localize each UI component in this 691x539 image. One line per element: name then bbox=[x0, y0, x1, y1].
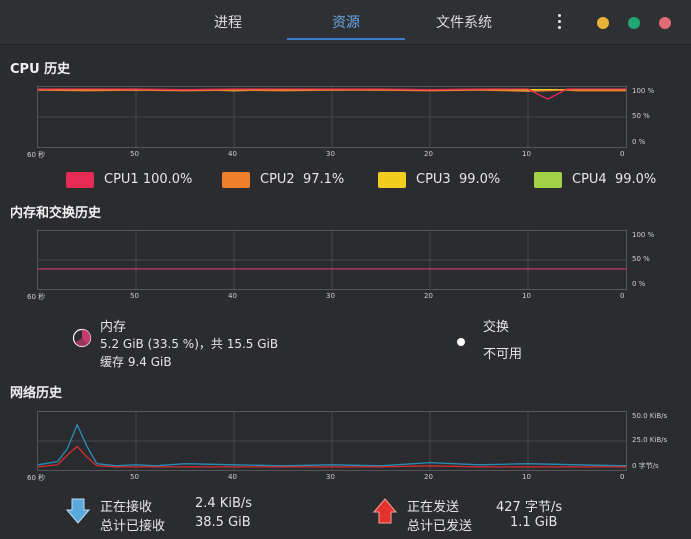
active-tab-indicator bbox=[287, 38, 405, 40]
cpu3-color-swatch[interactable] bbox=[378, 172, 406, 188]
memory-label: 内存 bbox=[100, 320, 127, 335]
net-x-tick-label: 30 bbox=[326, 473, 335, 481]
receiving-label: 正在接收 bbox=[100, 500, 153, 515]
cpu-x-tick-label: 50 bbox=[130, 150, 139, 158]
cpu-x-tick-label: 10 bbox=[522, 150, 531, 158]
mem-x-tick-label: 30 bbox=[326, 292, 335, 300]
cpu-x-tick-label: 30 bbox=[326, 150, 335, 158]
receiving-value: 2.4 KiB/s bbox=[195, 496, 253, 511]
tab-processes[interactable]: 进程 bbox=[200, 0, 256, 42]
network-history-graph bbox=[37, 411, 627, 471]
cpu-section-title: CPU 历史 bbox=[10, 62, 71, 77]
memory-section-title: 内存和交换历史 bbox=[10, 206, 102, 221]
net-y-tick-label: 25.0 KiB/s bbox=[632, 436, 668, 444]
cpu2-label: CPU2 97.1% bbox=[260, 172, 345, 187]
network-section-title: 网络历史 bbox=[10, 386, 63, 401]
cpu-x-tick-label: 40 bbox=[228, 150, 237, 158]
close-button[interactable] bbox=[659, 17, 671, 29]
cpu2-color-swatch[interactable] bbox=[222, 172, 250, 188]
download-arrow-icon[interactable] bbox=[65, 497, 91, 525]
mem-x-tick-label: 10 bbox=[522, 292, 531, 300]
cpu1-label: CPU1 100.0% bbox=[104, 172, 193, 187]
net-y-tick-label: 0 字节/s bbox=[632, 462, 659, 470]
net-x-tick-label: 0 bbox=[620, 473, 625, 481]
cpu4-label: CPU4 99.0% bbox=[572, 172, 657, 187]
cpu-history-graph bbox=[37, 86, 627, 148]
cpu-x-tick-label: 60 秒 bbox=[27, 151, 46, 159]
cpu-y-tick-label: 50 % bbox=[632, 112, 650, 120]
mem-x-tick-label: 50 bbox=[130, 292, 139, 300]
minimize-button[interactable] bbox=[597, 17, 609, 29]
tab-filesystems[interactable]: 文件系统 bbox=[426, 0, 502, 42]
cpu-x-tick-label: 0 bbox=[620, 150, 625, 158]
total-received-label: 总计已接收 bbox=[100, 519, 166, 534]
cpu3-label: CPU3 99.0% bbox=[416, 172, 501, 187]
swap-pie-icon[interactable] bbox=[457, 338, 465, 346]
swap-label: 交换 bbox=[483, 320, 510, 335]
mem-x-tick-label: 40 bbox=[228, 292, 237, 300]
cpu-y-tick-label: 100 % bbox=[632, 87, 655, 95]
net-x-tick-label: 50 bbox=[130, 473, 139, 481]
mem-y-tick-label: 0 % bbox=[632, 280, 646, 288]
tab-resources[interactable]: 资源 bbox=[318, 0, 374, 42]
total-received-value: 38.5 GiB bbox=[195, 515, 251, 530]
upload-arrow-icon[interactable] bbox=[372, 497, 398, 525]
sending-label: 正在发送 bbox=[407, 500, 460, 515]
header-bar: 进程 资源 文件系统 bbox=[0, 0, 691, 45]
mem-x-tick-label: 0 bbox=[620, 292, 625, 300]
swap-value: 不可用 bbox=[483, 347, 523, 362]
cpu4-color-swatch[interactable] bbox=[534, 172, 562, 188]
memory-history-graph bbox=[37, 230, 627, 290]
net-x-tick-label: 60 秒 bbox=[27, 474, 46, 482]
net-y-tick-label: 50.0 KiB/s bbox=[632, 412, 668, 420]
cpu1-color-swatch[interactable] bbox=[66, 172, 94, 188]
net-x-tick-label: 10 bbox=[522, 473, 531, 481]
maximize-button[interactable] bbox=[628, 17, 640, 29]
mem-y-tick-label: 100 % bbox=[632, 231, 655, 239]
total-sent-label: 总计已发送 bbox=[407, 519, 473, 534]
cpu-x-tick-label: 20 bbox=[424, 150, 433, 158]
memory-usage-text: 5.2 GiB (33.5 %)，共 15.5 GiB bbox=[100, 337, 279, 351]
total-sent-value: 1.1 GiB bbox=[510, 515, 558, 530]
cpu-y-tick-label: 0 % bbox=[632, 138, 646, 146]
net-x-tick-label: 40 bbox=[228, 473, 237, 481]
menu-kebab-icon[interactable] bbox=[552, 14, 566, 32]
sending-value: 427 字节/s bbox=[496, 500, 563, 515]
net-x-tick-label: 20 bbox=[424, 473, 433, 481]
mem-y-tick-label: 50 % bbox=[632, 255, 650, 263]
mem-x-tick-label: 20 bbox=[424, 292, 433, 300]
mem-x-tick-label: 60 秒 bbox=[27, 293, 46, 301]
memory-pie-icon[interactable] bbox=[72, 328, 92, 348]
memory-cache-text: 缓存 9.4 GiB bbox=[100, 355, 172, 369]
